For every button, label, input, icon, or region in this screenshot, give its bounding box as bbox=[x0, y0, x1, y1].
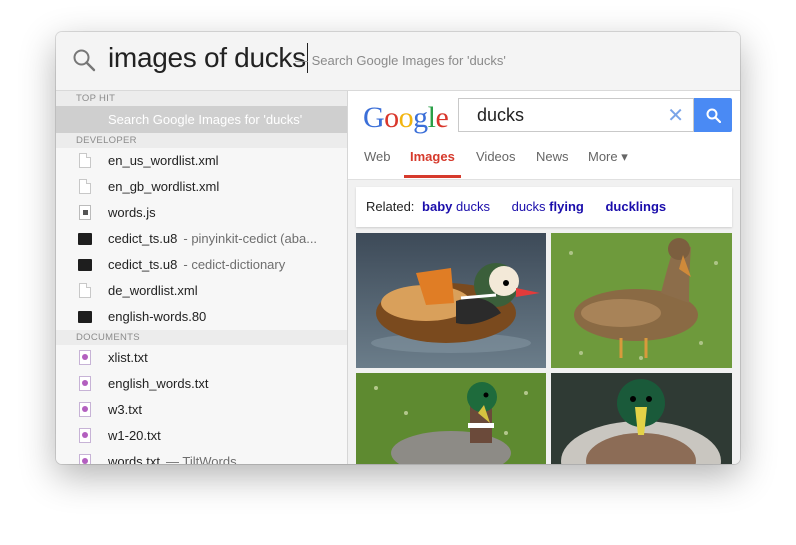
google-search-input[interactable]: ducks ✕ bbox=[458, 98, 694, 132]
document-icon bbox=[79, 179, 91, 194]
top-hit-item[interactable]: Search Google Images for 'ducks' bbox=[56, 106, 347, 133]
result-item[interactable]: cedict_ts.u8 - cedict-dictionary bbox=[56, 252, 347, 278]
result-item[interactable]: w3.txt bbox=[56, 397, 347, 423]
result-item[interactable]: english-words.80 bbox=[56, 304, 347, 330]
image-result-male-mallard[interactable] bbox=[356, 373, 546, 464]
image-result-mallard-front[interactable] bbox=[551, 373, 732, 464]
result-item-detail: - cedict-dictionary bbox=[183, 257, 286, 272]
result-item[interactable]: w1-20.txt bbox=[56, 423, 347, 449]
related-link-baby-ducks[interactable]: baby ducks bbox=[422, 199, 490, 214]
tab-videos[interactable]: Videos bbox=[476, 149, 516, 164]
terminal-icon bbox=[78, 259, 92, 271]
image-result-female-mallard[interactable] bbox=[551, 233, 732, 368]
result-item-detail: — TiltWords bbox=[166, 454, 237, 464]
tab-web[interactable]: Web bbox=[364, 149, 391, 164]
developer-list: en_us_wordlist.xml en_gb_wordlist.xmlword… bbox=[56, 148, 347, 330]
result-item[interactable]: de_wordlist.xml bbox=[56, 278, 347, 304]
result-item-name: words.txt bbox=[108, 454, 161, 464]
tab-images[interactable]: Images bbox=[410, 149, 455, 164]
related-searches: Related: baby ducks ducks flying ducklin… bbox=[356, 187, 732, 227]
image-result-mandarin-duck[interactable] bbox=[356, 233, 546, 368]
magnifier-icon bbox=[72, 48, 96, 77]
related-link-ducks-flying[interactable]: ducks flying bbox=[512, 199, 584, 214]
result-item-name: cedict_ts.u8 bbox=[108, 257, 178, 272]
terminal-icon bbox=[78, 311, 92, 323]
result-item-name: cedict_ts.u8 bbox=[108, 231, 178, 246]
google-search-value: ducks bbox=[477, 105, 525, 125]
result-item[interactable]: english_words.txt bbox=[56, 371, 347, 397]
result-item-name: en_gb_wordlist.xml bbox=[108, 179, 220, 194]
search-input[interactable]: images of ducks bbox=[108, 42, 308, 74]
result-item[interactable]: en_us_wordlist.xml bbox=[56, 148, 347, 174]
result-item-name: en_us_wordlist.xml bbox=[108, 153, 219, 168]
result-item[interactable]: en_gb_wordlist.xml bbox=[56, 174, 347, 200]
result-item-name: words.js bbox=[108, 205, 156, 220]
terminal-icon bbox=[78, 233, 92, 245]
section-header-developer: DEVELOPER bbox=[56, 133, 347, 148]
result-item[interactable]: xlist.txt bbox=[56, 345, 347, 371]
javascript-file-icon bbox=[79, 205, 91, 220]
result-item-name: de_wordlist.xml bbox=[108, 283, 198, 298]
text-file-icon bbox=[79, 376, 91, 391]
search-bar[interactable]: images of ducks — Search Google Images f… bbox=[56, 32, 740, 91]
google-tabs: Web Images Videos News More ▾ bbox=[348, 139, 740, 179]
results-list[interactable]: TOP HIT Search Google Images for 'ducks'… bbox=[56, 91, 348, 464]
text-file-icon bbox=[79, 350, 91, 365]
section-header-top-hit: TOP HIT bbox=[56, 91, 347, 106]
tab-more[interactable]: More ▾ bbox=[588, 149, 628, 165]
result-item-name: w3.txt bbox=[108, 402, 142, 417]
text-file-icon bbox=[79, 402, 91, 417]
result-item-name: w1-20.txt bbox=[108, 428, 161, 443]
tab-news[interactable]: News bbox=[536, 149, 569, 164]
google-search-button[interactable] bbox=[694, 98, 732, 132]
result-item[interactable]: cedict_ts.u8 - pinyinkit-cedict (aba... bbox=[56, 226, 347, 252]
clear-icon[interactable]: ✕ bbox=[667, 103, 684, 128]
google-logo[interactable]: Google bbox=[363, 101, 449, 135]
section-header-documents: DOCUMENTS bbox=[56, 330, 347, 345]
document-icon bbox=[79, 153, 91, 168]
search-hint: — Search Google Images for 'ducks' bbox=[295, 53, 506, 68]
search-icon bbox=[706, 108, 721, 123]
documents-list: xlist.txt english_words.txt w3.txt w1-20.tx… bbox=[56, 345, 347, 464]
result-item[interactable]: words.txt — TiltWords bbox=[56, 449, 347, 464]
preview-pane: Google ducks ✕ Web Images Videos News Mo… bbox=[348, 91, 740, 464]
result-item[interactable]: words.js bbox=[56, 200, 347, 226]
result-item-detail: - pinyinkit-cedict (aba... bbox=[183, 231, 318, 246]
spotlight-window: images of ducks — Search Google Images f… bbox=[56, 32, 740, 464]
active-tab-indicator bbox=[404, 175, 461, 178]
related-link-ducklings[interactable]: ducklings bbox=[605, 199, 666, 214]
related-label: Related: bbox=[366, 199, 415, 214]
result-item-name: english-words.80 bbox=[108, 309, 207, 324]
result-item-name: english_words.txt bbox=[108, 376, 209, 391]
text-file-icon bbox=[79, 428, 91, 443]
result-item-name: xlist.txt bbox=[108, 350, 148, 365]
document-icon bbox=[79, 283, 91, 298]
google-header: Google ducks ✕ Web Images Videos News Mo… bbox=[348, 91, 740, 180]
text-file-icon bbox=[79, 454, 91, 464]
